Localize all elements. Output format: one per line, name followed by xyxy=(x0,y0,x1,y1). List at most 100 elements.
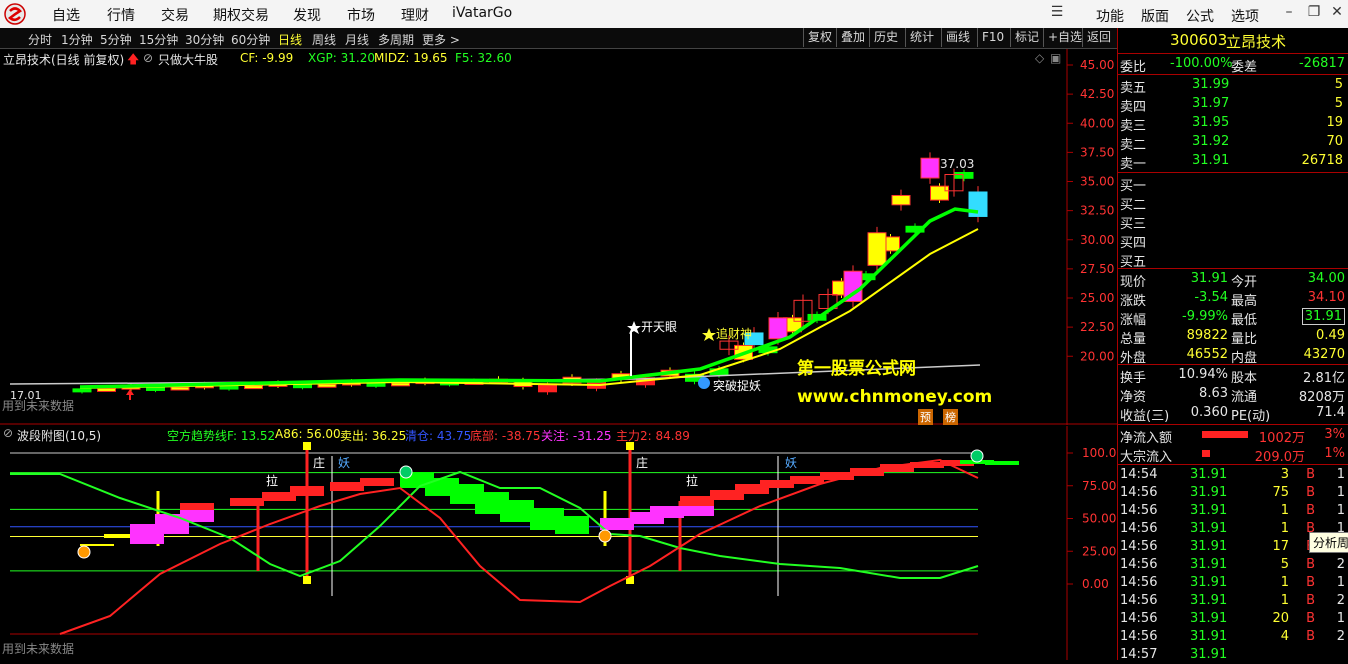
fanhui-button[interactable]: 返回 xyxy=(1082,28,1115,47)
tick-vol: 1 xyxy=(1280,521,1289,536)
tick-price: 31.91 xyxy=(1190,503,1228,518)
stat2-label: 股本 xyxy=(1231,371,1258,386)
huaxian-button[interactable]: 画线 xyxy=(941,28,974,47)
stock-name: 立昂技术 xyxy=(1226,33,1287,51)
lishi-button[interactable]: 历史 xyxy=(869,28,902,47)
menu-item-licai[interactable]: 理财 xyxy=(401,5,429,25)
candle-body xyxy=(72,388,92,393)
fuquan-button[interactable]: 复权 xyxy=(803,28,836,47)
menu-item-xuanxiang[interactable]: 选项 xyxy=(1231,6,1259,26)
axis-label: 37.50 xyxy=(1080,145,1114,159)
menu-item-gongshi[interactable]: 公式 xyxy=(1186,6,1214,26)
indicator-chart[interactable]: 100.0 75.00 50.00 25.00 0.00 ⊘ 波段附图(10,5) 空方… xyxy=(0,426,1117,660)
minimize-icon[interactable]: – xyxy=(1278,4,1300,24)
period-weekly[interactable]: 周线 xyxy=(312,31,336,48)
menu-item-zixuan[interactable]: 自选 xyxy=(52,5,80,25)
period-1min[interactable]: 1分钟 xyxy=(61,31,93,48)
tick-n: 1 xyxy=(1336,485,1345,500)
diejia-button[interactable]: 叠加 xyxy=(836,28,869,47)
candle-body xyxy=(244,385,263,390)
tongji-button[interactable]: 统计 xyxy=(905,28,938,47)
stock-header: 300603 立昂技术 xyxy=(1118,30,1348,51)
period-fenshi[interactable]: 分时 xyxy=(28,31,52,48)
period-daily[interactable]: 日线 xyxy=(278,31,302,48)
menu-item-gongneng[interactable]: 功能 xyxy=(1096,6,1124,26)
axis-label: 30.00 xyxy=(1080,233,1114,247)
period-monthly[interactable]: 月线 xyxy=(345,31,369,48)
hamburger-icon[interactable]: ☰ xyxy=(1046,4,1068,24)
kline-chart[interactable]: 45.00 42.50 40.00 37.50 35.00 32.50 30.00 27.50… xyxy=(0,49,1117,425)
stat-label: 量比 xyxy=(1231,332,1258,347)
tick-vol: 4 xyxy=(1280,629,1289,644)
stat-value: 0.49 xyxy=(1316,328,1345,343)
weicha-value: -26817 xyxy=(1298,56,1345,71)
tick-row: 14:54 31.91 3 B 1 xyxy=(1118,466,1348,484)
tick-n: 1 xyxy=(1336,467,1345,482)
formula-dropdown-icon[interactable]: ⊘ xyxy=(143,51,153,65)
stat-row: 涨跌 -3.54 最高 34.10 xyxy=(1118,289,1348,309)
menu-item-qiquan[interactable]: 期权交易 xyxy=(213,5,269,25)
menu-item-faxian[interactable]: 发现 xyxy=(293,5,321,25)
close-icon[interactable]: ✕ xyxy=(1326,4,1348,24)
stat2-value: 10.94% xyxy=(1178,367,1228,382)
biaoji-button[interactable]: 标记 xyxy=(1010,28,1043,47)
stat-label: 最高 xyxy=(1231,294,1258,309)
f10-button[interactable]: F10 xyxy=(977,28,1008,47)
future-data-note: 用到未来数据 xyxy=(2,399,75,413)
ask-label: 卖二 xyxy=(1120,138,1147,153)
bid-row: 买一 xyxy=(1118,174,1348,194)
weibi-value: -100.00% xyxy=(1170,56,1233,71)
bang-badge[interactable]: 榜 xyxy=(943,409,958,425)
menu-item-jiaoyi[interactable]: 交易 xyxy=(161,5,189,25)
xgp-value: XGP: 31.20 xyxy=(308,51,375,65)
app-logo-icon[interactable] xyxy=(4,3,26,25)
panel-close-icon[interactable]: ▣ xyxy=(1050,51,1061,65)
axis-label: 75.00 xyxy=(1082,479,1116,493)
stat-label: 内盘 xyxy=(1231,351,1258,366)
tick-price: 31.91 xyxy=(1190,485,1228,500)
tick-vol: 1 xyxy=(1280,593,1289,608)
ask-row: 卖五 31.99 5 xyxy=(1118,76,1348,96)
step-bar xyxy=(790,476,824,484)
step-bar xyxy=(985,461,1019,465)
menu-item-hangqing[interactable]: 行情 xyxy=(107,5,135,25)
sub-panel-icon[interactable]: ⊘ xyxy=(3,426,13,440)
period-15min[interactable]: 15分钟 xyxy=(139,31,178,48)
step-bar xyxy=(180,503,214,510)
yu-badge[interactable]: 预 xyxy=(918,409,933,425)
yao-label-2: 妖 xyxy=(785,456,798,470)
axis-label: 45.00 xyxy=(1080,58,1114,72)
up-arrow-icon: 🡅 xyxy=(127,52,140,66)
stat2-label: PE(动) xyxy=(1231,409,1271,424)
a86-value: A86: 56.00 xyxy=(275,427,341,441)
candle-body xyxy=(930,185,949,201)
add-zixuan-button[interactable]: +自选 xyxy=(1043,28,1086,47)
maichu-value: 卖出: 36.25 xyxy=(340,429,407,443)
tick-n: 2 xyxy=(1336,557,1345,572)
expand-icon[interactable]: ◇ xyxy=(1035,51,1044,65)
period-30min[interactable]: 30分钟 xyxy=(185,31,224,48)
axis-label: 0.00 xyxy=(1082,577,1109,591)
period-more[interactable]: 更多 > xyxy=(422,31,460,48)
tick-price: 31.91 xyxy=(1190,557,1228,572)
period-60min[interactable]: 60分钟 xyxy=(231,31,270,48)
tick-time: 14:56 xyxy=(1120,557,1158,572)
period-multi[interactable]: 多周期 xyxy=(378,31,414,48)
menu-item-ivatargo[interactable]: iVatarGo xyxy=(452,5,512,21)
ask-price: 31.95 xyxy=(1192,115,1230,130)
maximize-icon[interactable]: ❐ xyxy=(1303,4,1325,24)
ask-label: 卖三 xyxy=(1120,119,1147,134)
menu-item-banmian[interactable]: 版面 xyxy=(1141,6,1169,26)
signal-square xyxy=(303,442,311,450)
flow-pct: 1% xyxy=(1324,446,1345,461)
tick-price: 31.91 xyxy=(1190,521,1228,536)
watermark-en: www.chnmoney.com xyxy=(797,387,993,407)
zhuang-label-2: 庄 xyxy=(636,456,649,470)
stat2-value: 8208万 xyxy=(1298,390,1345,405)
period-5min[interactable]: 5分钟 xyxy=(100,31,132,48)
menu-item-shichang[interactable]: 市场 xyxy=(347,5,375,25)
dibu-value: 底部: -38.75 xyxy=(470,429,541,443)
candle-body xyxy=(538,384,557,393)
formula-name[interactable]: 只做大牛股 xyxy=(158,51,218,68)
stat-label: 总量 xyxy=(1120,332,1147,347)
